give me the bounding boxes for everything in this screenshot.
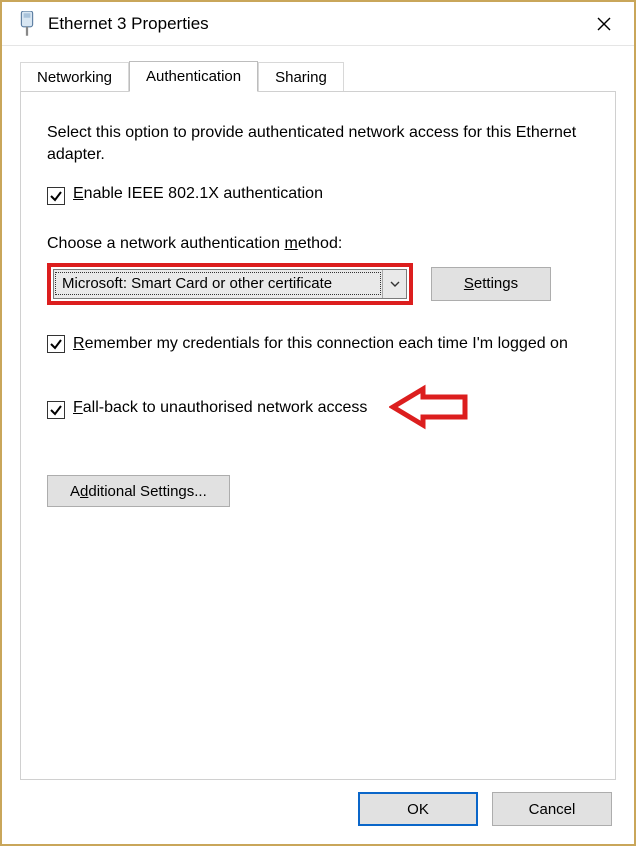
- auth-method-row: Microsoft: Smart Card or other certifica…: [47, 263, 589, 305]
- enable-8021x-label: Enable IEEE 802.1X authentication: [73, 185, 323, 203]
- auth-method-dropdown[interactable]: Microsoft: Smart Card or other certifica…: [53, 269, 407, 299]
- ethernet-icon: [18, 12, 36, 36]
- window-title: Ethernet 3 Properties: [48, 14, 584, 34]
- additional-settings-button[interactable]: Additional Settings...: [47, 475, 230, 507]
- close-icon: [597, 17, 611, 31]
- panel-description: Select this option to provide authentica…: [47, 122, 589, 167]
- chevron-down-icon: [382, 270, 406, 298]
- fallback-label: Fall-back to unauthorised network access: [73, 399, 367, 417]
- tab-panel-authentication: Select this option to provide authentica…: [20, 91, 616, 780]
- settings-button[interactable]: Settings: [431, 267, 551, 301]
- remember-credentials-checkbox[interactable]: [47, 335, 65, 353]
- cancel-button[interactable]: Cancel: [492, 792, 612, 826]
- auth-method-selected: Microsoft: Smart Card or other certifica…: [55, 272, 381, 295]
- remember-credentials-label: Remember my credentials for this connect…: [73, 333, 568, 355]
- remember-credentials-row: Remember my credentials for this connect…: [47, 333, 589, 355]
- arrow-annotation-icon: [389, 383, 469, 435]
- dialog-button-bar: OK Cancel: [2, 780, 634, 844]
- enable-8021x-checkbox[interactable]: [47, 187, 65, 205]
- fallback-checkbox[interactable]: [47, 401, 65, 419]
- titlebar: Ethernet 3 Properties: [2, 2, 634, 46]
- enable-8021x-row: Enable IEEE 802.1X authentication: [47, 185, 589, 205]
- fallback-check-row: Fall-back to unauthorised network access: [47, 399, 367, 419]
- close-button[interactable]: [584, 8, 624, 40]
- tab-sharing[interactable]: Sharing: [258, 62, 344, 92]
- checkmark-icon: [49, 403, 63, 417]
- ok-button[interactable]: OK: [358, 792, 478, 826]
- properties-dialog: Ethernet 3 Properties Networking Authent…: [0, 0, 636, 846]
- tab-networking[interactable]: Networking: [20, 62, 129, 92]
- checkmark-icon: [49, 189, 63, 203]
- auth-method-highlight: Microsoft: Smart Card or other certifica…: [47, 263, 413, 305]
- tab-authentication[interactable]: Authentication: [129, 61, 258, 92]
- remember-block: Remember my credentials for this connect…: [47, 333, 589, 435]
- fallback-row: Fall-back to unauthorised network access: [47, 383, 589, 435]
- tab-bar: Networking Authentication Sharing: [2, 46, 634, 91]
- checkmark-icon: [49, 337, 63, 351]
- auth-method-label: Choose a network authentication method:: [47, 235, 589, 253]
